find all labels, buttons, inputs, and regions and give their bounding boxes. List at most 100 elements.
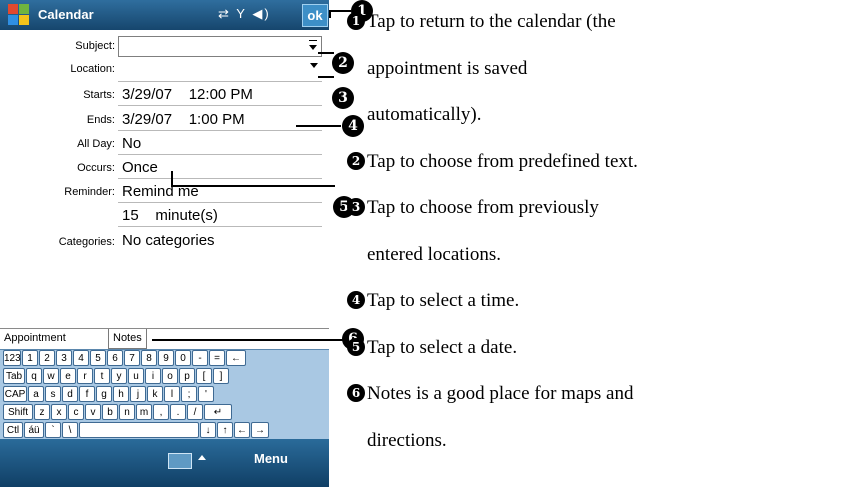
key-↵[interactable]: ↵ [204,404,232,420]
app-title: Calendar [38,7,94,22]
note-text: Tap to choose from previously [367,197,599,218]
key-6[interactable]: 6 [107,350,123,366]
location-field[interactable] [118,59,322,82]
occurs-label: Occurs: [77,162,115,174]
occurs-field[interactable]: Once [118,156,322,179]
chevron-up-icon[interactable] [198,455,206,460]
key-123[interactable]: 123 [3,350,21,366]
status-tray[interactable]: ⇄ Y ◀) [218,6,271,22]
subject-row: Subject: [0,36,329,59]
ends-field[interactable]: 3/29/07 1:00 PM [118,108,322,131]
key-3[interactable]: 3 [56,350,72,366]
menu-button[interactable]: Menu [254,451,288,466]
key-s[interactable]: s [45,386,61,402]
subject-field[interactable] [118,36,322,57]
starts-field[interactable]: 3/29/07 12:00 PM [118,83,322,106]
note-text: Tap to choose from predefined text. [367,150,638,172]
key-k[interactable]: k [147,386,163,402]
key-[[interactable]: [ [196,368,212,384]
key-áü[interactable]: áü [24,422,44,438]
key-p[interactable]: p [179,368,195,384]
key-e[interactable]: e [60,368,76,384]
allday-field[interactable]: No [118,132,322,155]
ok-button[interactable]: ok [302,4,328,27]
key-c[interactable]: c [68,404,84,420]
key-CAP[interactable]: CAP [3,386,27,402]
key-v[interactable]: v [85,404,101,420]
note-text: Tap to select a date. [367,336,518,358]
keyboard-icon[interactable] [168,453,192,469]
key-1[interactable]: 1 [22,350,38,366]
key-2[interactable]: 2 [39,350,55,366]
key-←[interactable]: ← [226,350,246,366]
key-/[interactable]: / [187,404,203,420]
allday-row: All Day: No [0,132,329,155]
key-'[interactable]: ' [198,386,214,402]
key-b[interactable]: b [102,404,118,420]
key-Tab[interactable]: Tab [3,368,25,384]
key-.[interactable]: . [170,404,186,420]
key-l[interactable]: l [164,386,180,402]
key-u[interactable]: u [128,368,144,384]
note-line: appointment is saved [347,56,527,82]
key-g[interactable]: g [96,386,112,402]
key-i[interactable]: i [145,368,161,384]
key-=[interactable]: = [209,350,225,366]
key-0[interactable]: 0 [175,350,191,366]
tab-notes[interactable]: Notes [108,329,147,349]
tab-appointment[interactable]: Appointment [0,329,70,348]
windows-start-icon[interactable] [8,4,30,26]
key-,[interactable]: , [153,404,169,420]
key-j[interactable]: j [130,386,146,402]
starts-row: Starts: 3/29/07 12:00 PM [0,83,329,106]
key-][interactable]: ] [213,368,229,384]
key-7[interactable]: 7 [124,350,140,366]
key-a[interactable]: a [28,386,44,402]
key-←[interactable]: ← [234,422,250,438]
key-z[interactable]: z [34,404,50,420]
key-9[interactable]: 9 [158,350,174,366]
allday-label: All Day: [77,138,115,150]
key-f[interactable]: f [79,386,95,402]
key-\[interactable]: \ [62,422,78,438]
subject-dropdown-icon[interactable] [309,45,317,50]
key-h[interactable]: h [113,386,129,402]
key-5[interactable]: 5 [90,350,106,366]
note-text: automatically). [367,104,482,125]
reminder-time-field[interactable]: 15 minute(s) [118,204,322,227]
key-m[interactable]: m [136,404,152,420]
key-q[interactable]: q [26,368,42,384]
key-space[interactable] [79,422,199,438]
key-r[interactable]: r [77,368,93,384]
note-number-badge: 6 [347,384,365,402]
categories-label: Categories: [58,236,115,248]
key-→[interactable]: → [251,422,269,438]
key-Ctl[interactable]: Ctl [3,422,23,438]
note-line: 2 Tap to choose from predefined text. [347,149,638,175]
signal-icon[interactable]: Y [236,6,246,21]
note-line: 3 Tap to choose from previously [347,195,599,221]
key-;[interactable]: ; [181,386,197,402]
reminder-time-row: 15 minute(s) [0,204,329,227]
key-x[interactable]: x [51,404,67,420]
connectivity-icon[interactable]: ⇄ [218,6,231,21]
key-Shift[interactable]: Shift [3,404,33,420]
key-n[interactable]: n [119,404,135,420]
key-↑[interactable]: ↑ [217,422,233,438]
key-d[interactable]: d [62,386,78,402]
key-y[interactable]: y [111,368,127,384]
key-w[interactable]: w [43,368,59,384]
key-4[interactable]: 4 [73,350,89,366]
key-8[interactable]: 8 [141,350,157,366]
note-text: Notes is a good place for maps and [367,383,634,404]
key-`[interactable]: ` [45,422,61,438]
key-o[interactable]: o [162,368,178,384]
categories-field[interactable]: No categories [118,229,322,248]
volume-icon[interactable]: ◀) [252,6,270,21]
key-↓[interactable]: ↓ [200,422,216,438]
key-t[interactable]: t [94,368,110,384]
key--[interactable]: - [192,350,208,366]
reminder-field[interactable]: Remind me [118,180,322,203]
location-dropdown-icon[interactable] [310,63,318,68]
note-line: 1 Tap to return to the calendar (the [347,9,616,35]
